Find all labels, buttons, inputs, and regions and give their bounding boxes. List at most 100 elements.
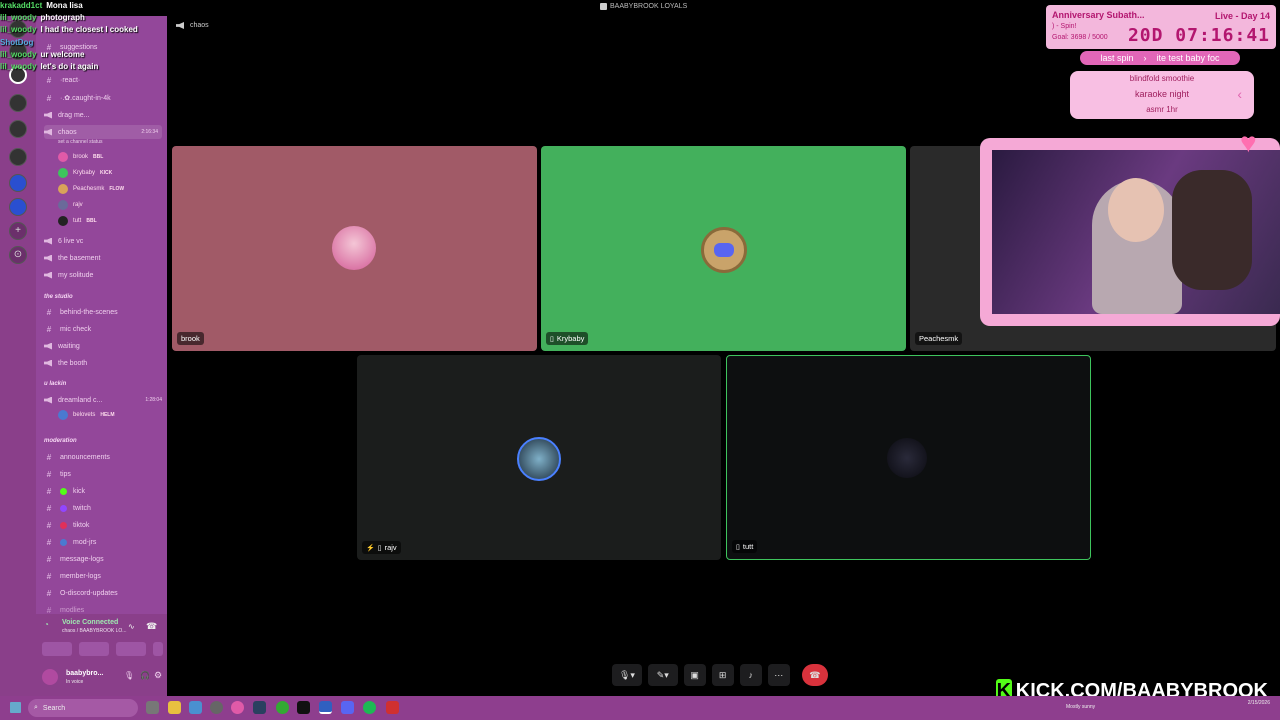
channel-item[interactable]: # twitch xyxy=(44,501,91,515)
chat-user: lil_woody xyxy=(0,25,37,35)
channel-item[interactable]: # ·.✿.caught-in-4k xyxy=(44,91,111,105)
participant-name: Krybaby xyxy=(556,334,585,343)
channel-label: twitch xyxy=(73,504,91,512)
voice-channel-item[interactable]: drag me... xyxy=(44,108,90,122)
channel-label: the basement xyxy=(58,254,101,262)
voice-member[interactable]: brook BBL xyxy=(58,151,103,163)
participant-tile-krybaby[interactable]: ▯ Krybaby xyxy=(541,146,906,351)
discord-icon[interactable] xyxy=(319,701,332,714)
channel-label: the booth xyxy=(58,359,88,367)
phone-icon: ▯ xyxy=(377,544,382,552)
file-explorer-icon[interactable] xyxy=(168,701,181,714)
add-server-icon[interactable]: + xyxy=(9,222,27,240)
voice-connected-title[interactable]: Voice Connected xyxy=(62,619,118,626)
spin-bar: last spin › ite test baby foc xyxy=(1080,51,1240,65)
camera-toggle-button[interactable]: ✎▾ xyxy=(647,664,678,686)
voice-member[interactable]: belovets HELM xyxy=(58,409,115,421)
voice-channel-item[interactable]: the booth xyxy=(44,356,87,370)
noise-suppression-icon[interactable]: ∿ xyxy=(128,622,135,631)
mic-button[interactable]: 🎙▾ xyxy=(612,664,642,686)
voice-channel-active[interactable]: chaos 2:16:34 xyxy=(44,125,162,139)
voice-member[interactable]: tutt BBL xyxy=(58,215,97,227)
voice-channel-item[interactable]: waiting xyxy=(44,339,80,353)
participant-tile-brook[interactable]: brook xyxy=(172,146,537,351)
disconnect-button[interactable]: ☎ xyxy=(801,664,829,686)
steam-icon[interactable] xyxy=(253,701,266,714)
category-header[interactable]: moderation xyxy=(44,438,77,444)
voice-member[interactable]: Krybaby KICK xyxy=(58,167,112,179)
chat-app-icon[interactable] xyxy=(341,701,354,714)
channel-item[interactable]: # mod-jrs xyxy=(44,535,97,549)
channel-item[interactable]: # member-logs xyxy=(44,569,101,583)
browser-icon[interactable] xyxy=(386,701,399,714)
soundboard-button[interactable]: ♪ xyxy=(739,664,762,686)
channel-item[interactable]: # kick xyxy=(44,484,85,498)
chat-msg: Mona lisa xyxy=(46,1,83,10)
system-clock[interactable]: 2/15/2026 xyxy=(1248,700,1270,707)
channel-item[interactable]: # tiktok xyxy=(44,518,90,532)
participant-tile-rajv[interactable]: ⚡ ▯ rajv xyxy=(357,355,721,560)
chat-user: krakadd1ct xyxy=(0,1,43,10)
task-view-icon[interactable] xyxy=(146,701,159,714)
category-header[interactable]: u lackin xyxy=(44,381,66,387)
voice-channel-item[interactable]: dreamland c... 1:28:04 xyxy=(44,393,162,407)
xbox-icon[interactable] xyxy=(276,701,289,714)
windows-start-icon[interactable] xyxy=(10,702,21,713)
channel-item[interactable]: # announcements xyxy=(44,450,110,464)
spin-item-selected: karaoke night xyxy=(1134,88,1190,99)
voice-member[interactable]: rajv xyxy=(58,199,83,211)
more-options-button[interactable]: ⋯ xyxy=(767,664,790,686)
avatar[interactable] xyxy=(42,669,58,685)
server-icon[interactable] xyxy=(9,148,27,166)
gear-icon[interactable]: ⚙ xyxy=(154,670,162,681)
server-icon[interactable] xyxy=(9,94,27,112)
voice-channel-item[interactable]: 6 live vc xyxy=(44,234,83,248)
channel-item[interactable]: # tips xyxy=(44,467,71,481)
chat-line: krakadd1ct Mona lisa xyxy=(0,1,170,13)
app-icon[interactable] xyxy=(231,701,244,714)
screen-share-button[interactable] xyxy=(79,642,109,656)
discover-icon[interactable]: ⊙ xyxy=(9,246,27,264)
voice-member[interactable]: Peachesmk FLOW xyxy=(58,183,124,195)
screen-share-button[interactable]: ▣ xyxy=(683,664,706,686)
chat-user: lil_woody xyxy=(0,13,37,23)
obs-icon[interactable] xyxy=(210,701,223,714)
channel-status[interactable]: set a channel status xyxy=(58,139,102,145)
spotify-icon[interactable] xyxy=(363,701,376,714)
headphones-icon[interactable]: 🎧 xyxy=(140,671,150,680)
hash-icon: # xyxy=(46,503,52,513)
participant-tile-tutt[interactable]: ▯ tutt xyxy=(726,355,1091,560)
soundboard-button[interactable] xyxy=(153,642,163,656)
folder-icon[interactable] xyxy=(189,701,202,714)
user-name[interactable]: baabybro... xyxy=(66,670,103,677)
channel-item[interactable]: # message-logs xyxy=(44,552,104,566)
channel-item[interactable]: # mic check xyxy=(44,322,91,336)
server-icon[interactable] xyxy=(9,120,27,138)
muted-icon: ⚡ xyxy=(366,544,375,552)
taskbar-search[interactable]: ⌕ Search xyxy=(28,699,138,717)
hash-icon: # xyxy=(46,469,52,479)
channel-item[interactable]: # ·react· xyxy=(44,73,80,87)
activities-button[interactable]: ⊞ xyxy=(711,664,734,686)
member-name: tutt xyxy=(73,218,82,224)
server-icon[interactable] xyxy=(9,198,27,216)
date: 2/15/2026 xyxy=(1247,700,1270,706)
search-label: Search xyxy=(42,704,66,712)
camera-button[interactable] xyxy=(42,642,72,656)
channel-item[interactable]: # behind-the-scenes xyxy=(44,305,118,319)
category-header[interactable]: the studio xyxy=(44,294,73,300)
voice-channel-item[interactable]: my solitude xyxy=(44,268,93,282)
server-icon[interactable] xyxy=(9,174,27,192)
streamer-face xyxy=(1108,178,1164,242)
disconnect-icon[interactable]: ☎ xyxy=(146,621,157,632)
voice-connected-panel: ◔ Voice Connected chaos / BAABYBROOK LO.… xyxy=(36,614,167,696)
voice-channel-item[interactable]: the basement xyxy=(44,251,100,265)
activities-button[interactable] xyxy=(116,642,146,656)
avatar xyxy=(58,184,68,194)
weather-text[interactable]: Mostly sunny xyxy=(1066,704,1095,710)
spin-item: asmr 1hr xyxy=(1146,105,1178,114)
channel-item[interactable]: # O-discord-updates xyxy=(44,586,118,600)
tiktok-icon[interactable] xyxy=(297,701,310,714)
mic-icon[interactable]: 🎙 xyxy=(124,671,134,680)
speaker-icon xyxy=(44,237,52,245)
